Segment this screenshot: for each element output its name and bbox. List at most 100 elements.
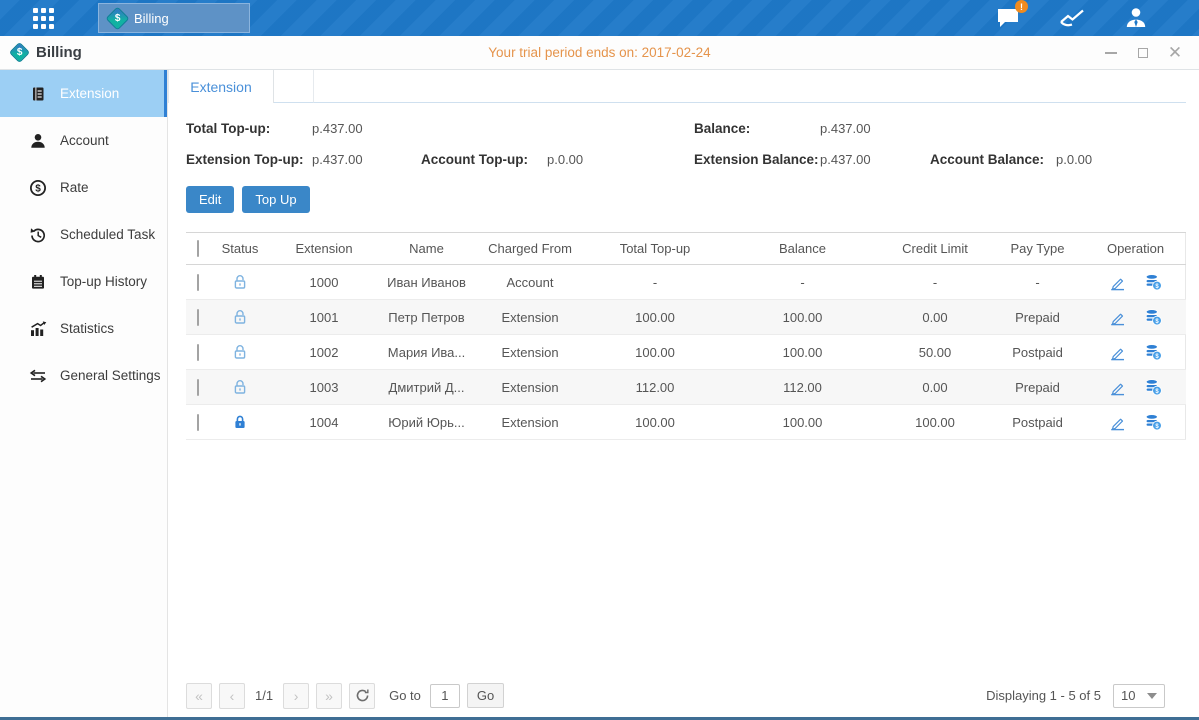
summary-label: Account Balance: (930, 152, 1056, 167)
main-content: Extension Total Top-up: p.437.00 Balance… (168, 70, 1199, 717)
sidebar: Extension Account $ Rate Scheduled Task (0, 70, 168, 717)
edit-row-icon[interactable] (1108, 377, 1128, 397)
top-up-row-icon[interactable]: $ (1143, 377, 1163, 397)
cell-balance: - (725, 265, 880, 300)
summary-value: p.437.00 (820, 121, 871, 136)
bar-chart-icon (29, 320, 47, 338)
sidebar-label: Account (60, 133, 109, 148)
top-up-row-icon[interactable]: $ (1143, 307, 1163, 327)
edit-row-icon[interactable] (1108, 272, 1128, 292)
edit-row-icon[interactable] (1108, 412, 1128, 432)
prev-page-button[interactable]: ‹ (219, 683, 245, 709)
cell-total-topup: 112.00 (585, 370, 725, 405)
trial-notice: Your trial period ends on: 2017-02-24 (0, 45, 1199, 60)
table-header-row: Status Extension Name Charged From Total… (186, 233, 1186, 265)
ledger-icon (29, 85, 47, 103)
sidebar-item-general-settings[interactable]: General Settings (0, 352, 167, 399)
taskbar-billing-tab[interactable]: $ Billing (98, 3, 250, 33)
sliders-icon (29, 367, 47, 385)
cell-pay-type: Postpaid (990, 405, 1085, 440)
lock-status-icon (232, 379, 248, 394)
cell-balance: 112.00 (725, 370, 880, 405)
page-indicator: 1/1 (255, 688, 273, 703)
sidebar-item-rate[interactable]: $ Rate (0, 164, 167, 211)
cell-pay-type: - (990, 265, 1085, 300)
maximize-button[interactable] (1135, 45, 1151, 61)
cell-pay-type: Prepaid (990, 300, 1085, 335)
lock-status-icon (232, 414, 248, 429)
app-grid-icon[interactable] (33, 8, 54, 29)
extension-table: Status Extension Name Charged From Total… (186, 232, 1186, 440)
sidebar-item-account[interactable]: Account (0, 117, 167, 164)
page-size-value: 10 (1121, 688, 1135, 703)
cell-extension: 1002 (270, 335, 378, 370)
goto-page-input[interactable] (430, 684, 460, 708)
page-size-select[interactable]: 10 (1113, 684, 1165, 708)
table-row: 1000 Иван Иванов Account - - - - $ (186, 265, 1186, 300)
top-up-row-icon[interactable]: $ (1143, 272, 1163, 292)
next-page-button[interactable]: › (283, 683, 309, 709)
col-header-status: Status (210, 233, 270, 265)
chevron-down-icon (1147, 693, 1157, 699)
resource-monitor-icon[interactable] (1059, 5, 1085, 31)
sidebar-item-extension[interactable]: Extension (0, 70, 167, 117)
cell-charged-from: Account (475, 265, 585, 300)
notifications-icon[interactable]: ! (995, 5, 1021, 31)
summary-value: p.437.00 (820, 152, 871, 167)
displaying-text: Displaying 1 - 5 of 5 (986, 688, 1101, 703)
lock-status-icon (232, 274, 248, 289)
summary-value: p.437.00 (312, 121, 363, 136)
cell-total-topup: 100.00 (585, 335, 725, 370)
cell-total-topup: - (585, 265, 725, 300)
first-page-button[interactable]: « (186, 683, 212, 709)
cell-charged-from: Extension (475, 405, 585, 440)
cell-name: Иван Иванов (378, 265, 475, 300)
col-header-operation: Operation (1085, 233, 1186, 265)
sidebar-label: General Settings (60, 368, 161, 383)
cell-balance: 100.00 (725, 300, 880, 335)
top-up-row-icon[interactable]: $ (1143, 342, 1163, 362)
row-checkbox[interactable] (197, 414, 199, 431)
cell-total-topup: 100.00 (585, 405, 725, 440)
refresh-button[interactable] (349, 683, 375, 709)
cell-credit-limit: 0.00 (880, 300, 990, 335)
row-checkbox[interactable] (197, 379, 199, 396)
edit-button[interactable]: Edit (186, 186, 234, 213)
notebook-icon (29, 273, 47, 291)
col-header-name: Name (378, 233, 475, 265)
cell-extension: 1001 (270, 300, 378, 335)
edit-row-icon[interactable] (1108, 307, 1128, 327)
col-header-charged-from: Charged From (475, 233, 585, 265)
cell-extension: 1003 (270, 370, 378, 405)
billing-app-icon: $ (105, 6, 129, 30)
minimize-button[interactable] (1103, 45, 1119, 61)
summary-value: p.437.00 (312, 152, 363, 167)
sidebar-item-statistics[interactable]: Statistics (0, 305, 167, 352)
row-checkbox[interactable] (197, 309, 199, 326)
cell-credit-limit: 0.00 (880, 370, 990, 405)
row-checkbox[interactable] (197, 344, 199, 361)
col-header-extension: Extension (270, 233, 378, 265)
window-title: Billing (36, 44, 82, 61)
row-checkbox[interactable] (197, 274, 199, 291)
go-button[interactable]: Go (467, 683, 504, 708)
sidebar-label: Statistics (60, 321, 114, 336)
select-all-checkbox[interactable] (197, 240, 199, 257)
cell-total-topup: 100.00 (585, 300, 725, 335)
cell-extension: 1004 (270, 405, 378, 440)
tab-extension[interactable]: Extension (168, 70, 274, 103)
top-up-row-icon[interactable]: $ (1143, 412, 1163, 432)
cell-charged-from: Extension (475, 370, 585, 405)
user-account-icon[interactable] (1123, 5, 1149, 31)
cell-name: Петр Петров (378, 300, 475, 335)
summary-value: p.0.00 (1056, 152, 1092, 167)
top-up-button[interactable]: Top Up (242, 186, 309, 213)
sidebar-item-scheduled-task[interactable]: Scheduled Task (0, 211, 167, 258)
billing-window-icon: $ (9, 42, 30, 63)
last-page-button[interactable]: » (316, 683, 342, 709)
edit-row-icon[interactable] (1108, 342, 1128, 362)
sidebar-item-topup-history[interactable]: Top-up History (0, 258, 167, 305)
close-button[interactable]: ✕ (1167, 45, 1183, 61)
summary-label: Account Top-up: (421, 152, 547, 167)
pagination-bar: « ‹ 1/1 › » Go to Go Displaying 1 - 5 of… (186, 682, 1165, 709)
